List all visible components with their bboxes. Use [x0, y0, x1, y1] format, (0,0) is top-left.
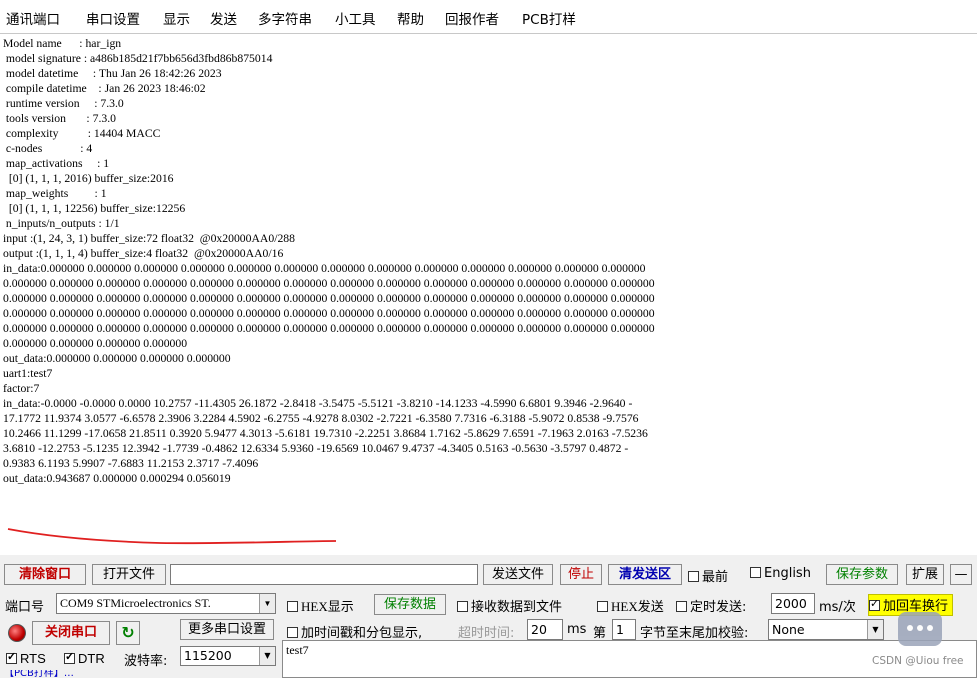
timeout-input[interactable]: 20: [527, 619, 563, 640]
csdn-watermark: CSDN @Uiou free: [872, 655, 964, 667]
checkbox-icon: [869, 597, 880, 611]
checkbox-icon: [597, 601, 608, 612]
menu-serial-settings[interactable]: 串口设置: [86, 8, 140, 28]
chevron-down-icon: ▼: [867, 620, 883, 639]
rts-checkbox[interactable]: RTS: [6, 650, 46, 666]
hex-send-checkbox[interactable]: HEX发送: [597, 596, 664, 615]
nth-label: 第: [593, 626, 607, 641]
checkbox-icon: [64, 650, 75, 664]
timed-send-checkbox[interactable]: 定时发送:: [676, 596, 746, 615]
dtr-checkbox[interactable]: DTR: [64, 650, 105, 666]
save-params-button[interactable]: 保存参数: [826, 564, 898, 585]
chat-bubble-icon: [898, 612, 942, 646]
checkbox-icon: [6, 650, 17, 664]
timestamp-label: 加时间戳和分包显示,: [301, 626, 423, 641]
byte-index-input[interactable]: 1: [612, 619, 636, 640]
rts-label: RTS: [20, 651, 46, 666]
baud-label: 波特率:: [124, 654, 168, 669]
stop-button[interactable]: 停止: [560, 564, 602, 585]
hex-display-label: HEX显示: [301, 599, 354, 614]
menu-send[interactable]: 发送: [210, 8, 237, 28]
port-value: COM9 STMicroelectronics ST.: [60, 596, 211, 610]
interval-unit: ms/次: [819, 600, 856, 615]
clear-window-button[interactable]: 清除窗口: [4, 564, 86, 585]
checkbox-icon: [750, 567, 761, 578]
open-file-button[interactable]: 打开文件: [92, 564, 166, 585]
recv-to-file-checkbox[interactable]: 接收数据到文件: [457, 596, 562, 615]
menu-feedback[interactable]: 回报作者: [445, 8, 499, 28]
timed-send-label: 定时发送:: [690, 600, 747, 615]
send-file-button[interactable]: 发送文件: [483, 564, 553, 585]
file-path-input[interactable]: [170, 564, 478, 585]
receive-area[interactable]: Model name : har_ign model signature : a…: [0, 33, 977, 557]
topmost-checkbox[interactable]: 最前: [688, 566, 728, 585]
recv-to-file-label: 接收数据到文件: [471, 600, 563, 615]
interval-input[interactable]: 2000: [771, 593, 815, 614]
checkbox-icon: [287, 627, 298, 638]
checkbox-icon: [287, 601, 298, 612]
checksum-select[interactable]: None ▼: [768, 619, 884, 640]
timeout-label: 超时时间:: [458, 626, 515, 641]
close-port-button[interactable]: 关闭串口: [32, 621, 110, 645]
checksum-value: None: [772, 622, 805, 637]
english-checkbox[interactable]: English: [750, 566, 811, 581]
timestamp-checkbox[interactable]: 加时间戳和分包显示,: [287, 622, 422, 641]
baud-select[interactable]: 115200 ▼: [180, 646, 276, 666]
hex-send-label: HEX发送: [611, 599, 664, 614]
baud-value: 115200: [184, 648, 232, 663]
ms-label: ms: [567, 622, 587, 637]
menu-help[interactable]: 帮助: [397, 8, 424, 28]
close-port-indicator: [8, 624, 26, 642]
menu-display[interactable]: 显示: [163, 8, 190, 28]
checkbox-icon: [457, 601, 468, 612]
menu-bar: 通讯端口 串口设置 显示 发送 多字符串 小工具 帮助 回报作者 PCB打样: [0, 0, 977, 34]
more-serial-settings-button[interactable]: 更多串口设置: [180, 619, 274, 640]
menu-multi-string[interactable]: 多字符串: [258, 8, 312, 28]
clear-send-area-button[interactable]: 清发送区: [608, 564, 682, 585]
receive-text: Model name : har_ign model signature : a…: [3, 37, 655, 485]
bottom-link[interactable]: 【PCB打样】…: [4, 670, 74, 678]
chevron-down-icon: ▼: [259, 647, 275, 665]
expand-button[interactable]: 扩展: [906, 564, 944, 585]
chevron-down-icon: ▼: [259, 594, 275, 613]
topmost-label: 最前: [702, 570, 729, 585]
dtr-label: DTR: [78, 651, 105, 666]
port-select[interactable]: COM9 STMicroelectronics ST. ▼: [56, 593, 276, 614]
save-data-button[interactable]: 保存数据: [374, 594, 446, 615]
refresh-icon[interactable]: ↻: [116, 621, 140, 645]
red-underline-annotation: [7, 528, 337, 545]
menu-pcb[interactable]: PCB打样: [522, 8, 576, 28]
port-label: 端口号: [5, 600, 45, 615]
english-label: English: [764, 566, 811, 581]
checkbox-icon: [688, 571, 699, 582]
checksum-label: 字节至末尾加校验:: [640, 626, 749, 641]
collapse-button[interactable]: —: [950, 564, 972, 585]
checkbox-icon: [676, 601, 687, 612]
menu-tools[interactable]: 小工具: [335, 8, 376, 28]
menu-comm-port[interactable]: 通讯端口: [6, 8, 60, 28]
hex-display-checkbox[interactable]: HEX显示: [287, 596, 354, 615]
